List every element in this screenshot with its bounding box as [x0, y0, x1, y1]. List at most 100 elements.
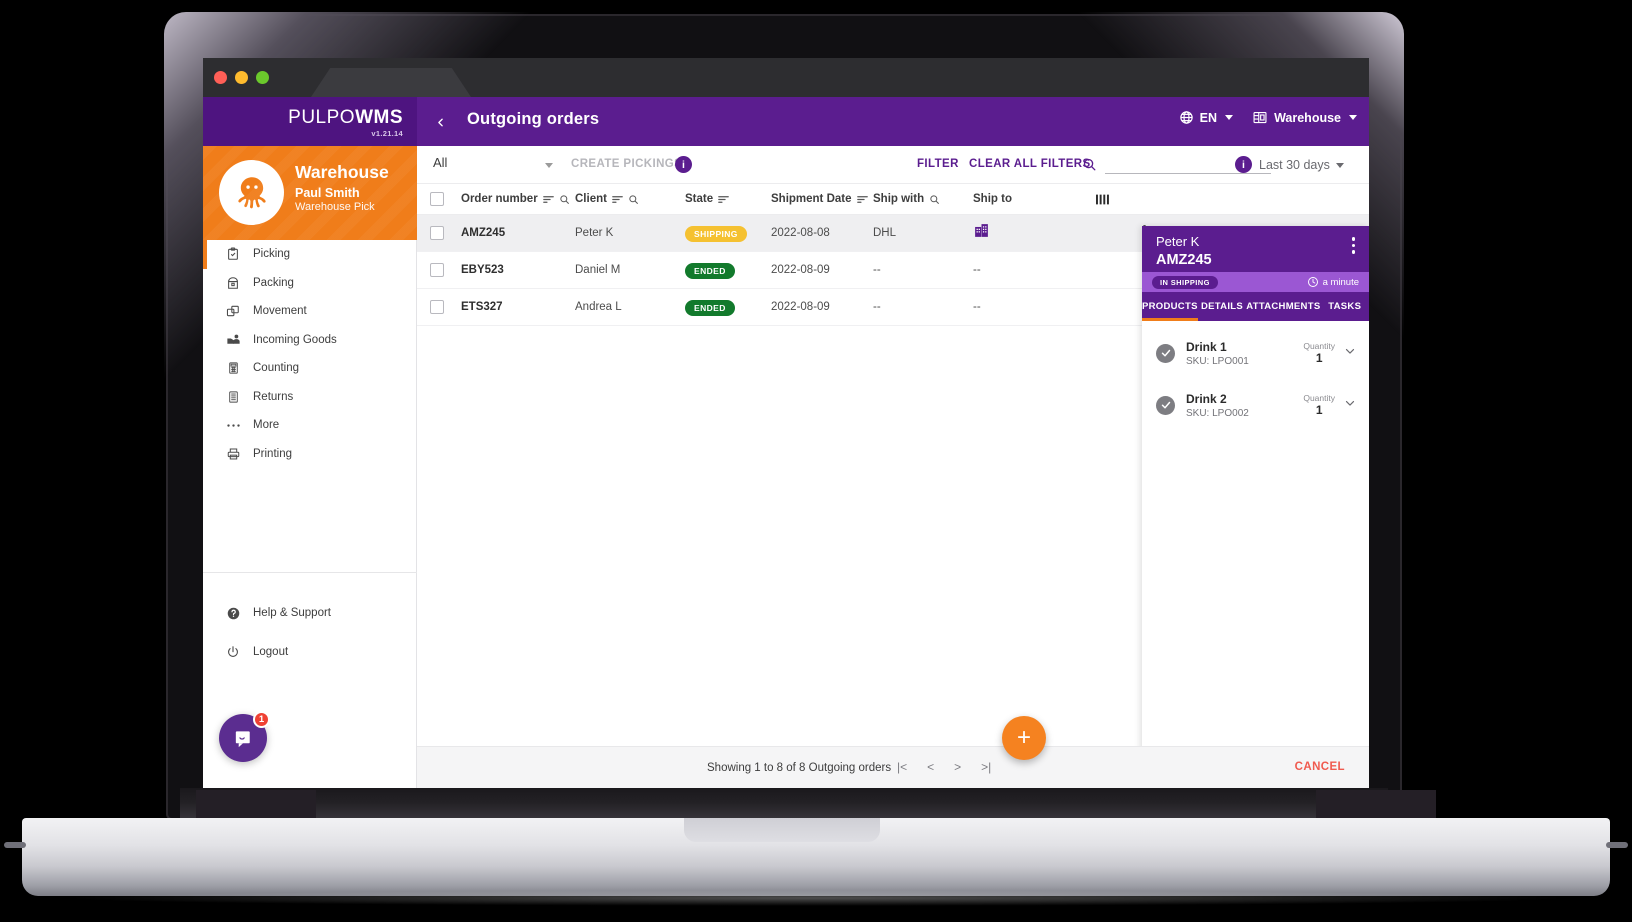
- sort-icon[interactable]: [542, 195, 554, 204]
- window-close-button[interactable]: [214, 71, 227, 84]
- product-info: Drink 1 SKU: LPO001: [1186, 340, 1303, 367]
- row-checkbox[interactable]: [430, 300, 444, 314]
- column-label: Client: [575, 193, 607, 205]
- chat-bubble-icon: [235, 730, 250, 747]
- product-name: Drink 2: [1186, 391, 1227, 406]
- chevron-down-icon[interactable]: [1343, 344, 1357, 363]
- create-pickings-button[interactable]: CREATE PICKINGS: [571, 158, 682, 170]
- tab-products[interactable]: PRODUCTS: [1142, 292, 1198, 321]
- product-quantity: Quantity 1: [1303, 393, 1335, 417]
- sidebar-nav: Picking Packing Movement Incoming Goods …: [203, 240, 417, 468]
- pagination-controls: |< < > >|: [897, 760, 991, 774]
- pagination-last[interactable]: >|: [981, 760, 991, 774]
- detail-panel-tabs: PRODUCTS DETAILS ATTACHMENTS TASKS: [1142, 292, 1369, 321]
- user-card: Warehouse Paul Smith Warehouse Pick: [203, 146, 417, 240]
- sidebar-item-label: Incoming Goods: [253, 333, 337, 346]
- cell-order-number: ETS327: [461, 301, 503, 313]
- clock-icon: [1307, 277, 1318, 287]
- cell-shipment-date: 2022-08-09: [771, 264, 830, 276]
- sidebar-item-label: Help & Support: [253, 607, 331, 619]
- column-header-order-number[interactable]: Order number: [457, 193, 575, 205]
- sidebar-item-counting[interactable]: Counting: [203, 354, 417, 383]
- column-header-ship-with[interactable]: Ship with: [873, 193, 973, 205]
- column-search-icon[interactable]: [559, 194, 570, 205]
- browser-tab[interactable]: [311, 68, 471, 97]
- laptop-base-edge-left: [4, 842, 26, 848]
- window-minimize-button[interactable]: [235, 71, 248, 84]
- cell-client: Daniel M: [575, 264, 621, 276]
- pagination-next[interactable]: >: [954, 760, 961, 774]
- select-all-cell: [417, 192, 457, 206]
- quantity-value: 1: [1315, 403, 1323, 417]
- chevron-down-icon[interactable]: [1343, 396, 1357, 415]
- octopus-logo-icon: [237, 176, 266, 208]
- date-range-selector[interactable]: Last 30 days: [1259, 158, 1344, 172]
- row-checkbox[interactable]: [430, 226, 444, 240]
- pagination-first[interactable]: |<: [897, 760, 907, 774]
- avatar: [219, 160, 284, 225]
- list-item[interactable]: Drink 2 SKU: LPO002 Quantity 1: [1142, 379, 1369, 431]
- intercom-unread-badge: 1: [253, 711, 270, 728]
- package-icon: [225, 275, 241, 291]
- quantity-label: Quantity: [1303, 341, 1335, 351]
- date-range-info-icon[interactable]: i: [1235, 156, 1252, 173]
- row-checkbox[interactable]: [430, 263, 444, 277]
- sidebar-item-logout[interactable]: Logout: [203, 635, 417, 669]
- cell-client: Andrea L: [575, 301, 622, 313]
- tab-details[interactable]: DETAILS: [1198, 292, 1247, 321]
- pagination-prev[interactable]: <: [927, 760, 934, 774]
- sidebar-item-help-support[interactable]: Help & Support: [203, 596, 417, 630]
- detail-products-list: Drink 1 SKU: LPO001 Quantity 1 Drink 2 S…: [1142, 321, 1369, 431]
- chevron-down-icon: [1225, 115, 1233, 120]
- user-meta: Warehouse Paul Smith Warehouse Pick: [295, 162, 389, 213]
- search-icon[interactable]: [1082, 157, 1097, 177]
- column-header-shipment-date[interactable]: Shipment Date: [771, 193, 873, 205]
- detail-actions-button[interactable]: [1351, 237, 1355, 257]
- warehouse-switcher[interactable]: Warehouse: [1252, 110, 1357, 125]
- user-role: Warehouse Pick: [295, 201, 375, 213]
- status-badge: ENDED: [685, 263, 735, 279]
- cell-state: ENDED: [685, 298, 771, 316]
- sidebar-item-returns[interactable]: Returns: [203, 383, 417, 412]
- list-item[interactable]: Drink 1 SKU: LPO001 Quantity 1: [1142, 327, 1369, 379]
- sidebar-item-packing[interactable]: Packing: [203, 269, 417, 298]
- column-header-state[interactable]: State: [685, 193, 771, 205]
- laptop-screen: PULPOWMS v1.21.14 Outgoing orders EN War…: [203, 58, 1369, 788]
- sidebar-item-more[interactable]: More: [203, 411, 417, 440]
- tab-tasks[interactable]: TASKS: [1320, 292, 1369, 321]
- sidebar-footer-nav: Help & Support Logout: [203, 596, 417, 669]
- laptop-base-notch: [684, 818, 880, 842]
- sidebar-item-label: Returns: [253, 390, 294, 403]
- create-pickings-info-icon[interactable]: i: [675, 156, 692, 173]
- sort-icon[interactable]: [718, 195, 729, 204]
- sort-icon[interactable]: [612, 195, 623, 204]
- status-badge: ENDED: [685, 300, 735, 316]
- back-button[interactable]: [427, 109, 453, 135]
- column-header-ship-to[interactable]: Ship to: [973, 193, 1081, 205]
- cell-shipment-date: 2022-08-09: [771, 301, 830, 313]
- cell-ship-with: DHL: [873, 227, 897, 239]
- tab-attachments[interactable]: ATTACHMENTS: [1246, 292, 1320, 321]
- sort-icon[interactable]: [856, 195, 868, 204]
- cell-order-number: AMZ245: [461, 227, 506, 239]
- column-search-icon[interactable]: [929, 194, 940, 205]
- column-header-client[interactable]: Client: [575, 193, 685, 205]
- column-search-icon[interactable]: [628, 194, 639, 205]
- cancel-button[interactable]: CANCEL: [1295, 761, 1345, 773]
- sidebar-item-label: Packing: [253, 276, 294, 289]
- ellipsis-icon: [225, 417, 241, 433]
- brand-version: v1.21.14: [371, 129, 403, 138]
- intercom-chat-button[interactable]: 1: [219, 711, 270, 762]
- add-order-fab[interactable]: +: [1002, 716, 1046, 760]
- column-settings-button[interactable]: [1081, 194, 1123, 205]
- sidebar-item-printing[interactable]: Printing: [203, 440, 417, 469]
- sidebar-item-picking[interactable]: Picking: [203, 240, 417, 269]
- language-switcher[interactable]: EN: [1179, 110, 1233, 125]
- status-filter-select[interactable]: All: [433, 155, 553, 170]
- clear-all-filters-button[interactable]: CLEAR ALL FILTERS: [969, 158, 1091, 170]
- filter-button[interactable]: FILTER: [917, 158, 959, 170]
- select-all-checkbox[interactable]: [430, 192, 444, 206]
- sidebar-item-incoming-goods[interactable]: Incoming Goods: [203, 326, 417, 355]
- window-maximize-button[interactable]: [256, 71, 269, 84]
- sidebar-item-movement[interactable]: Movement: [203, 297, 417, 326]
